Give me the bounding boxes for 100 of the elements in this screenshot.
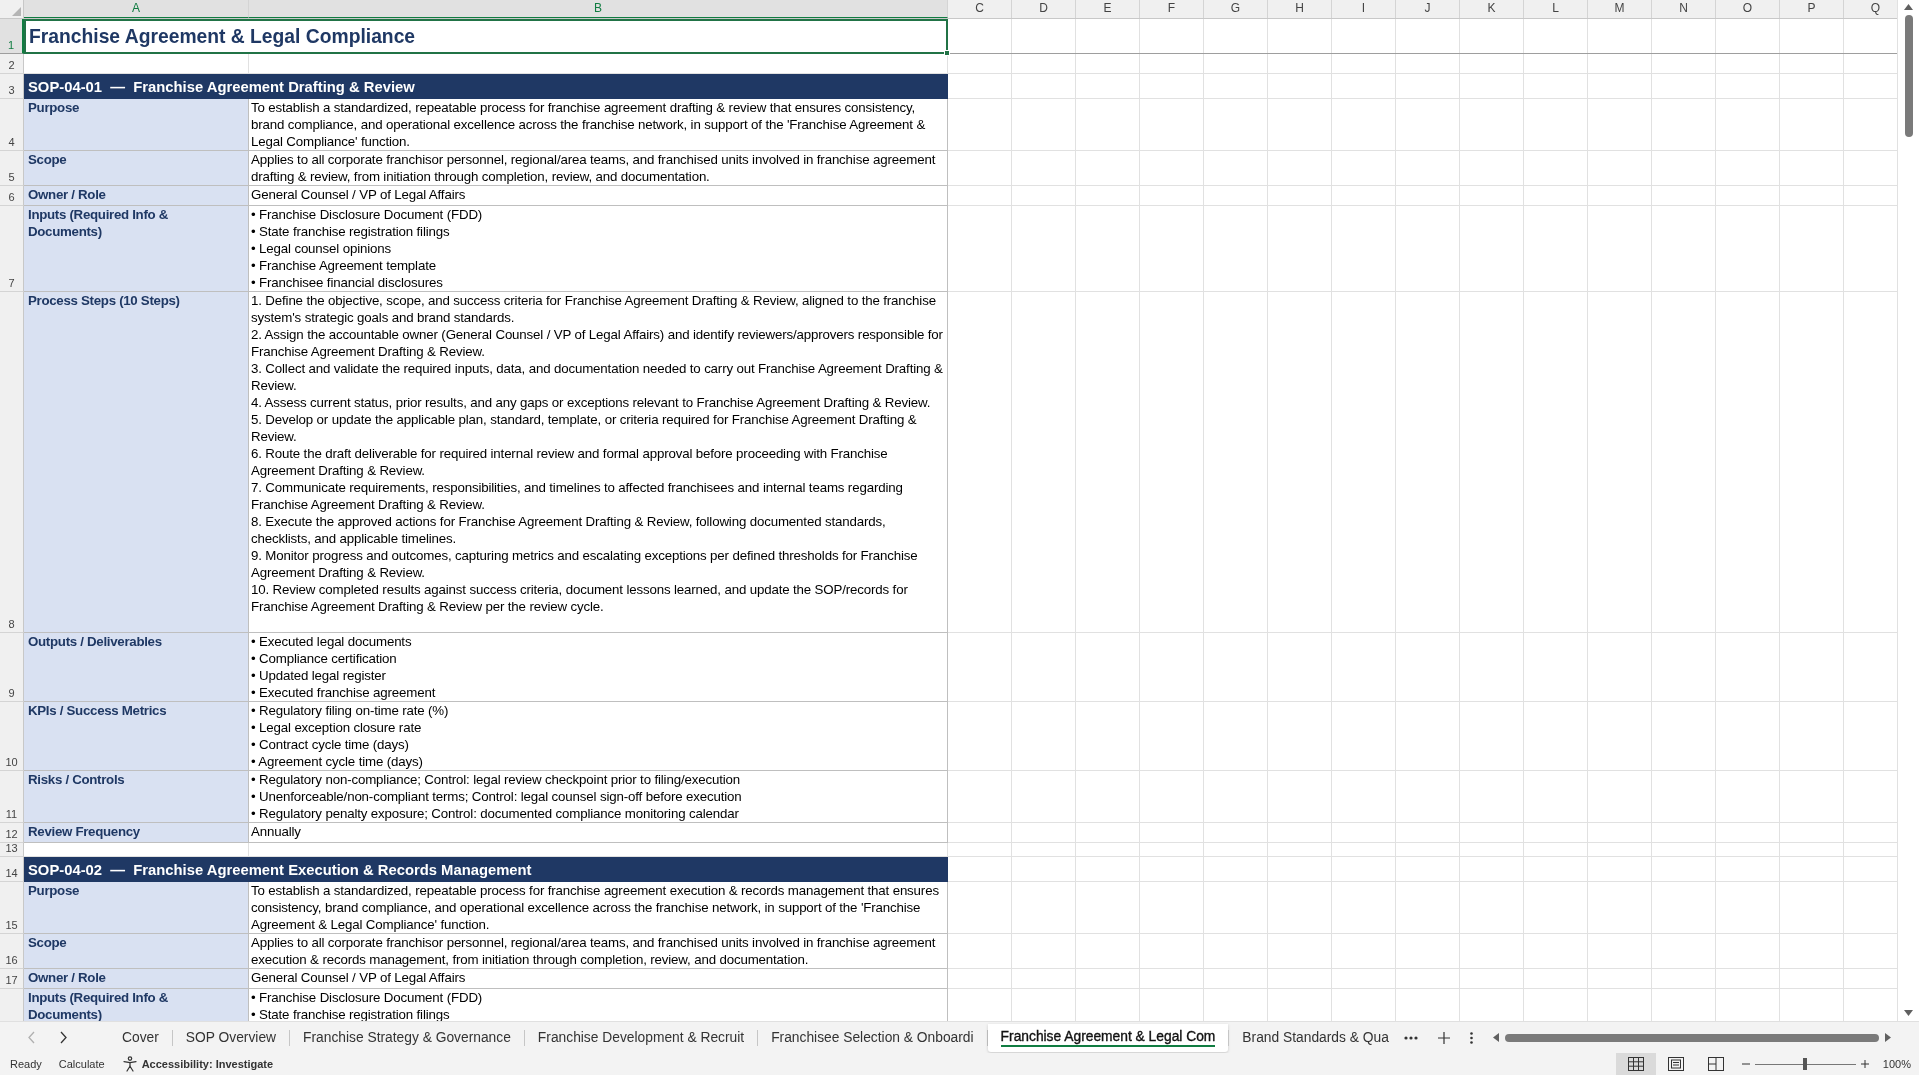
row-header[interactable]: 12 xyxy=(0,823,24,843)
list-item: • State franchise registration filings xyxy=(251,1006,451,1021)
field-label: Purpose xyxy=(24,99,249,151)
list-item: • Regulatory filing on-time rate (%) xyxy=(251,702,450,719)
row-header[interactable]: 5 xyxy=(0,151,24,186)
sheet-tab[interactable]: Brand Standards & Qua xyxy=(1229,1023,1402,1052)
page-icon xyxy=(1667,1057,1684,1071)
list-item: 5. Develop or update the applicable plan, standard, template, or criteria required for Franchise Agreement Drafting & Review. xyxy=(251,411,918,445)
column-header[interactable]: N xyxy=(1652,0,1716,18)
list-item: • Executed franchise agreement xyxy=(251,684,437,701)
list-item: 6. Route the draft deliverable for required internal review and formal approval before proceeding with Franchise Agreement Drafting & Review. xyxy=(251,445,889,479)
section-header: SOP-04-01 — Franchise Agreement Drafting & Review xyxy=(24,74,948,99)
field-label: Owner / Role xyxy=(24,969,249,989)
row-header[interactable]: 1 xyxy=(0,19,24,54)
grid-icon xyxy=(1627,1057,1644,1071)
column-header[interactable]: G xyxy=(1204,0,1268,18)
row-header[interactable]: 2 xyxy=(0,54,24,74)
row-header[interactable]: 3 xyxy=(0,74,24,99)
field-value: Applies to all corporate franchisor personnel, regional/area teams, and franchised units involved in franchise agreement drafting & review, from initiation through completion, review, and documentation. xyxy=(249,151,948,186)
list-item: • Updated legal register xyxy=(251,667,387,684)
column-header[interactable]: B xyxy=(249,0,948,18)
section-header: SOP-04-02 — Franchise Agreement Execution & Records Management xyxy=(24,857,948,882)
field-label: KPIs / Success Metrics xyxy=(24,702,249,771)
column-header[interactable]: I xyxy=(1332,0,1396,18)
minus-icon[interactable] xyxy=(1741,1063,1750,1065)
list-item: • Contract cycle time (days) xyxy=(251,736,410,753)
status-text: Ready xyxy=(10,1058,42,1070)
list-item: 7. Communicate requirements, responsibilities, and timelines to affected franchisees and internal teams regarding Franchise Agreement Drafting & Review. xyxy=(251,479,904,513)
field-label: Risks / Controls xyxy=(24,771,249,823)
column-header[interactable]: E xyxy=(1076,0,1140,18)
selected-cell[interactable]: Franchise Agreement & Legal Compliance xyxy=(24,19,948,54)
field-label: Inputs (Required Info & Documents) xyxy=(24,206,249,292)
person-icon[interactable] xyxy=(121,1056,138,1072)
list-item: 3. Collect and validate the required inputs, data, and documentation needed to carry out Franchise Agreement Drafting & Review. xyxy=(251,360,944,394)
slider-thumb[interactable] xyxy=(1803,1058,1808,1070)
row-header[interactable]: 14 xyxy=(0,857,24,882)
field-label: Scope xyxy=(24,151,249,186)
caret-down-icon[interactable] xyxy=(1904,1010,1913,1016)
caret-right-icon[interactable] xyxy=(1885,1033,1891,1042)
list-item: • Legal counsel opinions xyxy=(251,240,393,257)
fill-handle[interactable] xyxy=(944,50,950,56)
row-header[interactable]: 6 xyxy=(0,186,24,206)
list-item: • Agreement cycle time (days) xyxy=(251,753,424,770)
list-item: 8. Execute the approved actions for Franchise Agreement Drafting & Review, following documented standards, checklists, and applicable timelines. xyxy=(251,513,887,547)
list-item: • Compliance certification xyxy=(251,650,398,667)
column-header[interactable]: F xyxy=(1140,0,1204,18)
chevron-right-icon[interactable] xyxy=(60,1031,67,1044)
accessibility-status[interactable]: Accessibility: Investigate xyxy=(141,1058,274,1070)
column-header[interactable]: M xyxy=(1588,0,1652,18)
ellipsis-icon[interactable] xyxy=(1403,1035,1418,1040)
row-header[interactable]: 16 xyxy=(0,934,24,969)
list-item: 1. Define the objective, scope, and success criteria for Franchise Agreement Drafting & Review, aligned to the franchise system's strategic goals and brand standards. xyxy=(251,292,937,326)
sheet-tab[interactable]: SOP Overview xyxy=(172,1023,290,1052)
plus-icon[interactable] xyxy=(1437,1031,1450,1044)
plus-icon[interactable] xyxy=(1860,1060,1869,1068)
field-value: To establish a standardized, repeatable process for franchise agreement execution & records management that ensures consistency, brand compliance, and operational excellence across the franchise network, in support of the 'Franchise Agreement & Legal Compliance' function. xyxy=(249,882,948,934)
sheet-tab[interactable]: Franchise Agreement & Legal Com xyxy=(987,1023,1229,1052)
row-header[interactable]: 8 xyxy=(0,292,24,633)
view-button[interactable] xyxy=(1615,1053,1656,1075)
list-item: • Executed legal documents xyxy=(251,633,413,650)
list-item: 10. Review completed results against success criteria, document lessons learned, and update the SOP/records for Franchise Agreement Drafting & Review per the review cycle. xyxy=(251,581,909,615)
column-header[interactable]: L xyxy=(1524,0,1588,18)
row-header[interactable]: 13 xyxy=(0,843,24,857)
sheet-tab[interactable]: Cover xyxy=(109,1023,172,1052)
field-value: General Counsel / VP of Legal Affairs xyxy=(249,969,948,989)
column-header[interactable]: J xyxy=(1396,0,1460,18)
list-item: 4. Assess current status, prior results, and any gaps or exceptions relevant to Franchise Agreement Drafting & Review. xyxy=(251,394,932,411)
column-header[interactable]: D xyxy=(1012,0,1076,18)
vertical-dots-icon[interactable] xyxy=(1469,1031,1473,1044)
column-header[interactable]: A xyxy=(24,0,249,18)
list-item: • Legal exception closure rate xyxy=(251,719,423,736)
scrollbar-thumb[interactable] xyxy=(1504,1033,1879,1042)
list-item: • Regulatory non-compliance; Control: legal review checkpoint prior to filing/execution xyxy=(251,771,742,788)
row-header[interactable]: 9 xyxy=(0,633,24,702)
sheet-tab[interactable]: Franchise Development & Recruit xyxy=(524,1023,758,1052)
list-item: 2. Assign the accountable owner (General Counsel / VP of Legal Affairs) and identify reviewers/approvers responsible for Franchise Agreement Drafting & Review. xyxy=(251,326,944,360)
list-item: • State franchise registration filings xyxy=(251,223,451,240)
column-header[interactable]: C xyxy=(948,0,1012,18)
sheet-tab[interactable]: Franchisee Selection & Onboardi xyxy=(758,1023,987,1052)
status-text: Calculate xyxy=(58,1058,105,1070)
column-header[interactable]: K xyxy=(1460,0,1524,18)
list-item: • Franchise Disclosure Document (FDD) xyxy=(251,206,484,223)
column-header[interactable]: H xyxy=(1268,0,1332,18)
row-header[interactable]: 10 xyxy=(0,702,24,771)
column-header[interactable]: P xyxy=(1780,0,1844,18)
row-header[interactable]: 7 xyxy=(0,206,24,292)
list-item: • Regulatory penalty exposure; Control: documented compliance monitoring calendar xyxy=(251,805,740,822)
column-header[interactable]: O xyxy=(1716,0,1780,18)
row-header[interactable]: 11 xyxy=(0,771,24,823)
scrollbar-thumb[interactable] xyxy=(1904,15,1913,137)
sheet-tab[interactable]: Franchise Strategy & Governance xyxy=(290,1023,524,1052)
field-value: Applies to all corporate franchisor personnel, regional/area teams, and franchised units involved in franchise agreement execution & records management, from initiation through completion, review, and documentation. xyxy=(249,934,948,969)
row-header[interactable]: 4 xyxy=(0,99,24,151)
caret-up-icon[interactable] xyxy=(1904,4,1913,10)
caret-left-icon[interactable] xyxy=(1492,1033,1499,1042)
zoom-level[interactable]: 100% xyxy=(1882,1058,1911,1070)
row-header[interactable]: 15 xyxy=(0,882,24,934)
list-item: 9. Monitor progress and outcomes, capturing metrics and escalating exceptions per defined thresholds for Franchise Agreement Drafting & Review. xyxy=(251,547,919,581)
list-item: • Unenforceable/non-compliant terms; Control: legal counsel sign-off before execution xyxy=(251,788,743,805)
row-header[interactable]: 17 xyxy=(0,969,24,989)
